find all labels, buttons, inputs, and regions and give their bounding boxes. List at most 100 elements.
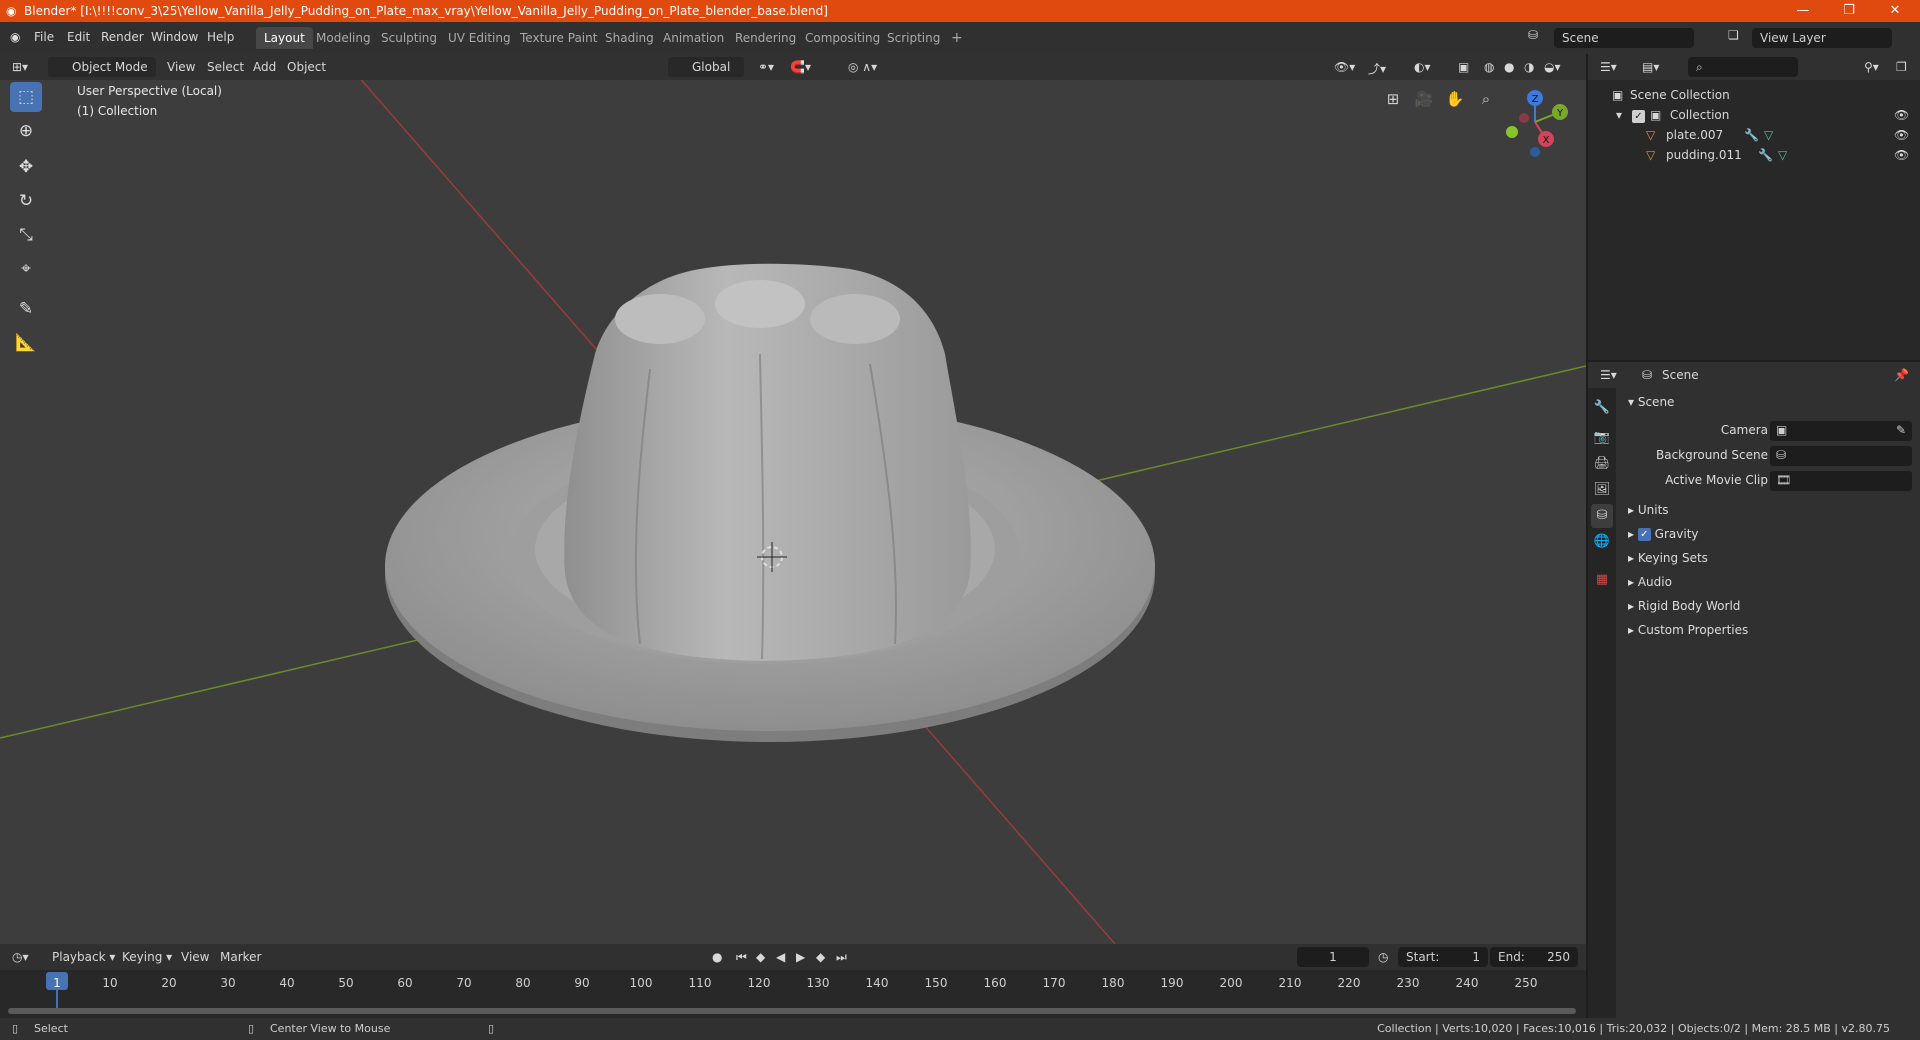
custom-properties-panel[interactable]: ▸ Custom Properties (1628, 623, 1748, 637)
expand-arrow-icon[interactable]: ▾ (1616, 108, 1622, 122)
start-frame-field[interactable]: Start: 1 (1398, 947, 1488, 967)
shading-rendered-icon[interactable]: ◒▾ (1544, 60, 1561, 74)
tab-scripting[interactable]: Scripting (879, 27, 948, 49)
minimize-button[interactable]: — (1780, 0, 1826, 22)
display-mode-icon[interactable]: ▤▾ (1642, 60, 1659, 74)
tab-shading[interactable]: Shading (597, 27, 662, 49)
render-tab-icon[interactable]: 📷 (1591, 426, 1613, 450)
scene-panel-header[interactable]: ▾ Scene (1628, 395, 1674, 409)
pin-icon[interactable]: 📌 (1894, 368, 1909, 382)
record-icon[interactable]: ● (712, 950, 722, 964)
timeline-menu-view[interactable]: View (181, 950, 209, 964)
add-workspace-button[interactable]: + (943, 27, 971, 49)
current-frame-field[interactable]: 1 (1297, 947, 1369, 967)
menu-file[interactable]: File (34, 30, 54, 44)
prev-keyframe-icon[interactable]: ◆ (756, 950, 765, 964)
menu-window[interactable]: Window (151, 30, 198, 44)
transform-tool-icon[interactable]: ⌖ (10, 254, 42, 284)
units-panel[interactable]: ▸ Units (1628, 503, 1669, 517)
viewport-menu-object[interactable]: Object (287, 60, 326, 74)
camera-icon[interactable]: 🎥 (1412, 87, 1436, 111)
close-button[interactable]: ✕ (1872, 0, 1918, 22)
scale-tool-icon[interactable]: ⤡ (10, 220, 42, 250)
view-layer-icon[interactable]: ❏ (1728, 28, 1739, 42)
gravity-checkbox[interactable]: ✓ (1637, 528, 1651, 541)
editor-type-icon[interactable]: ⊞▾ (12, 60, 28, 74)
audio-panel[interactable]: ▸ Audio (1628, 575, 1672, 589)
timeline[interactable]: ◷▾ Playback ▾ Keying ▾ View Marker ● ⏮ ◆… (0, 944, 1586, 1018)
outliner[interactable]: ☰▾ ▤▾ ⌕ ⚲▾ ❐ ▣ Scene Collection ▾ ✓ ▣ Co… (1588, 54, 1920, 360)
shading-solid-icon[interactable]: ● (1504, 60, 1514, 74)
pivot-icon[interactable]: ⚭▾ (758, 60, 774, 74)
modifier-wrench-icon[interactable]: 🔧 (1758, 148, 1773, 162)
outliner-row-pudding[interactable]: ▽ pudding.011 🔧 ▽ 👁 (1588, 146, 1920, 166)
menu-render[interactable]: Render (101, 30, 144, 44)
xray-icon[interactable]: ▣ (1458, 60, 1469, 74)
tab-compositing[interactable]: Compositing (797, 27, 888, 49)
cursor-tool-icon[interactable]: ⊕ (10, 116, 42, 146)
annotate-tool-icon[interactable]: ✎ (10, 294, 42, 324)
menu-help[interactable]: Help (207, 30, 234, 44)
outliner-row-plate[interactable]: ▽ plate.007 🔧 ▽ 👁 (1588, 126, 1920, 146)
tab-layout[interactable]: Layout (256, 27, 313, 49)
tab-sculpting[interactable]: Sculpting (373, 27, 445, 49)
collection-checkbox[interactable]: ✓ (1632, 109, 1645, 123)
scene-tab-icon[interactable]: ⛁ (1591, 504, 1613, 528)
toggle-camera-view-icon[interactable]: ⊞ (1381, 87, 1405, 111)
shading-material-icon[interactable]: ◑ (1524, 60, 1534, 74)
timeline-menu-marker[interactable]: Marker (220, 950, 261, 964)
mode-selector[interactable]: Object Mode (48, 57, 156, 77)
3d-viewport[interactable]: ⊞▾ Object Mode View Select Add Object Gl… (0, 54, 1586, 944)
outliner-editor-type-icon[interactable]: ☰▾ (1600, 60, 1617, 74)
viewport-menu-view[interactable]: View (167, 60, 195, 74)
visibility-icon[interactable]: 👁▾ (1334, 60, 1355, 74)
mesh-data-icon[interactable]: ▽ (1764, 128, 1773, 142)
outliner-search-input[interactable]: ⌕ (1688, 57, 1798, 77)
move-tool-icon[interactable]: ✥ (10, 152, 42, 182)
tool-tab-icon[interactable]: 🔧 (1591, 396, 1613, 420)
play-icon[interactable]: ▶ (796, 950, 805, 964)
timer-icon[interactable]: ◷ (1378, 950, 1388, 964)
blender-menu-icon[interactable]: ◉ (10, 30, 20, 44)
pan-hand-icon[interactable]: ✋ (1443, 87, 1467, 111)
tab-modeling[interactable]: Modeling (308, 27, 379, 49)
navigation-gizmo[interactable]: Z Y X (1488, 80, 1574, 166)
view-layer-tab-icon[interactable]: 🖼 (1591, 478, 1613, 502)
play-reverse-icon[interactable]: ◀ (776, 950, 785, 964)
outliner-row-collection[interactable]: ▾ ✓ ▣ Collection 👁 (1588, 106, 1920, 126)
view-layer-selector[interactable]: View Layer (1752, 28, 1892, 48)
viewport-menu-add[interactable]: Add (253, 60, 276, 74)
tab-uv-editing[interactable]: UV Editing (440, 27, 519, 49)
measure-tool-icon[interactable]: 📐 (10, 328, 42, 358)
mesh-data-icon[interactable]: ▽ (1778, 148, 1787, 162)
maximize-button[interactable]: ❐ (1826, 0, 1872, 22)
keying-sets-panel[interactable]: ▸ Keying Sets (1628, 551, 1708, 565)
outliner-row-scene-collection[interactable]: ▣ Scene Collection (1588, 86, 1920, 106)
menu-edit[interactable]: Edit (67, 30, 90, 44)
rigid-body-world-panel[interactable]: ▸ Rigid Body World (1628, 599, 1740, 613)
eye-icon[interactable]: 👁 (1894, 108, 1909, 122)
new-collection-icon[interactable]: ❐ (1896, 60, 1907, 74)
output-tab-icon[interactable]: 🖨 (1591, 452, 1613, 476)
timeline-menu-keying[interactable]: Keying ▾ (122, 950, 172, 964)
active-movie-clip-field[interactable]: 🎞 (1770, 471, 1912, 491)
gravity-panel[interactable]: ▸ ✓ Gravity (1628, 527, 1699, 541)
rotate-tool-icon[interactable]: ↻ (10, 186, 42, 216)
scene-icon[interactable]: ⛁ (1528, 28, 1538, 42)
snap-icon[interactable]: 🧲▾ (790, 60, 811, 74)
timeline-scrollbar[interactable] (8, 1008, 1576, 1014)
overlay-toggle-icon[interactable]: ◐▾ (1414, 60, 1431, 74)
tab-texture-paint[interactable]: Texture Paint (512, 27, 605, 49)
filter-icon[interactable]: ⚲▾ (1864, 60, 1879, 74)
tab-rendering[interactable]: Rendering (727, 27, 804, 49)
background-scene-field[interactable]: ⛁ (1770, 446, 1912, 466)
transform-orientation-selector[interactable]: Global (668, 57, 744, 77)
world-tab-icon[interactable]: 🌐 (1591, 530, 1613, 554)
properties-editor[interactable]: ☰▾ ⛁ Scene 📌 🔧 📷 🖨 🖼 ⛁ 🌐 ▦ ▾ Scene Camer… (1588, 362, 1920, 1018)
modifier-wrench-icon[interactable]: 🔧 (1744, 128, 1759, 142)
proportional-edit-icon[interactable]: ◎ ∧▾ (848, 60, 877, 74)
eye-icon[interactable]: 👁 (1894, 148, 1909, 162)
jump-end-icon[interactable]: ⏭ (836, 950, 847, 965)
select-box-tool-icon[interactable]: ⬚ (10, 82, 42, 112)
scene-selector[interactable]: Scene (1554, 28, 1694, 48)
